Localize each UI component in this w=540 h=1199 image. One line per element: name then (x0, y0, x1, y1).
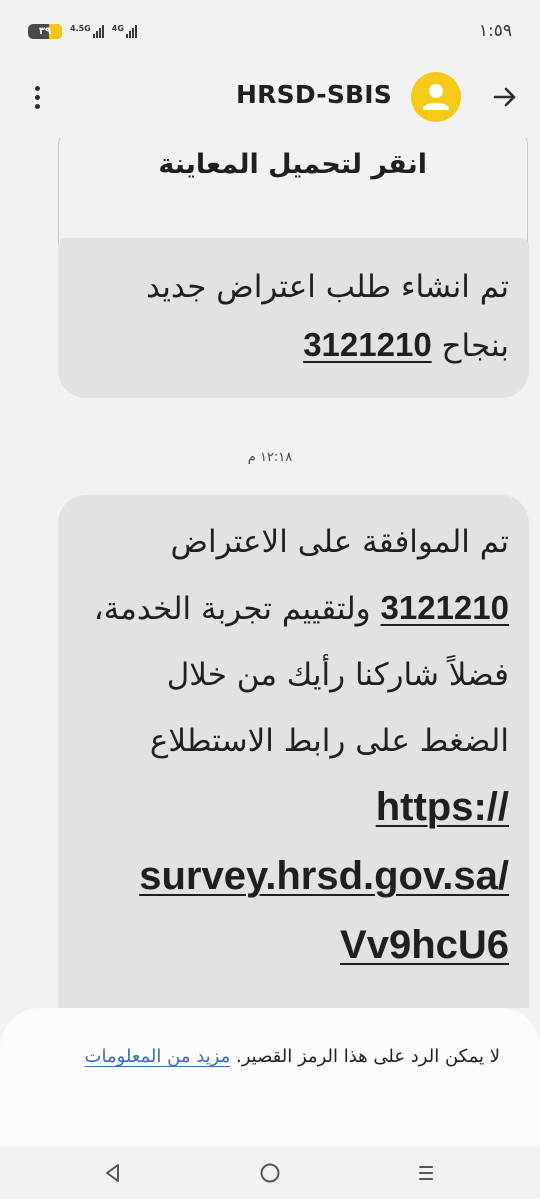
network-type-label-2: 4G (111, 24, 124, 33)
recents-lines-icon[interactable] (411, 1158, 441, 1188)
contact-avatar[interactable] (411, 72, 461, 122)
back-triangle-icon[interactable] (98, 1158, 128, 1188)
system-navigation-bar (0, 1146, 540, 1199)
more-options-icon[interactable] (22, 82, 52, 112)
status-time: ١:٥٩ (478, 21, 512, 41)
survey-link[interactable]: https:// survey.hrsd.gov.sa/ Vv9hcU6 (139, 785, 509, 967)
message-list[interactable]: ﺉ انقر لتحميل المعاينة تم انشاء طلب اعتر… (0, 138, 540, 1008)
home-circle-icon[interactable] (255, 1158, 285, 1188)
notice-text-block: لا يمكن الرد على هذا الرمز القصير. مزيد … (80, 1036, 500, 1078)
objection-number[interactable]: 3121210 (381, 589, 509, 626)
message-text: تم الموافقة على الاعتراض (170, 524, 510, 560)
learn-more-link[interactable]: مزيد من المعلومات (85, 1046, 231, 1067)
message-timestamp: ١٢:١٨ م (247, 450, 293, 465)
back-arrow-icon[interactable] (492, 84, 518, 110)
objection-number[interactable]: 3121210 (303, 326, 431, 363)
message-bubble[interactable]: تم انشاء طلب اعتراض جديد بنجاح 3121210 (58, 238, 529, 398)
tap-to-load-preview[interactable]: انقر لتحميل المعاينة (158, 149, 427, 180)
cannot-reply-notice: لا يمكن الرد على هذا الرمز القصير. (235, 1046, 500, 1067)
network-type-label: 4.5G (70, 24, 91, 33)
conversation-header: HRSD-SBIS (0, 62, 540, 132)
signal-icon-primary: 4.5G (70, 24, 104, 38)
signal-icon-secondary: 4G (112, 24, 137, 38)
person-icon (423, 84, 449, 110)
contact-name[interactable]: HRSD-SBIS (236, 80, 392, 109)
message-bubble[interactable]: تم الموافقة على الاعتراض 3121210 ولتقييم… (58, 495, 529, 1008)
status-bar: ٣٩ 4.5G 4G ١:٥٩ (0, 0, 540, 62)
status-indicators: ٣٩ 4.5G 4G (28, 23, 137, 39)
battery-icon: ٣٩ (28, 23, 62, 39)
reply-unavailable-banner: لا يمكن الرد على هذا الرمز القصير. مزيد … (0, 1008, 540, 1146)
battery-percent: ٣٩ (38, 25, 52, 37)
